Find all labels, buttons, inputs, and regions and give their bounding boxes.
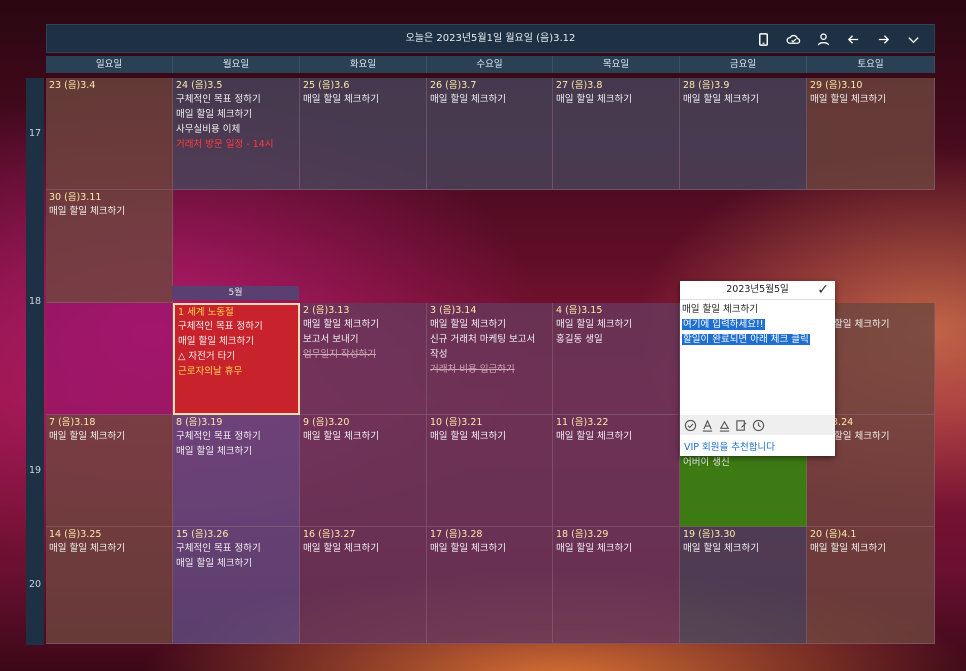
user-icon[interactable] <box>808 25 838 53</box>
day-cell[interactable]: 3 (음)3.14 매일 할일 체크하기 신규 거래처 마케팅 보고서 작성 거… <box>427 303 553 415</box>
event-item[interactable]: 매일 할일 체크하기 <box>556 317 676 332</box>
day-cell[interactable]: 10 (음)3.21 매일 할일 체크하기 <box>427 415 553 527</box>
event-item[interactable]: 근로자의날 휴무 <box>178 364 295 379</box>
event-item[interactable]: 매일 할일 체크하기 <box>430 92 549 107</box>
event-item-done[interactable]: 거래처 비용 입금하기 <box>430 362 549 377</box>
day-cell[interactable]: 20 (음)4.1 매일 할일 체크하기 <box>807 527 935 644</box>
clock-icon[interactable] <box>752 419 765 432</box>
memo-line-selected[interactable]: 여기에 입력하세요!! <box>680 317 835 332</box>
event-item[interactable]: 매일 할일 체크하기 <box>176 444 296 459</box>
event-item[interactable]: 매일 할일 체크하기 <box>176 107 296 122</box>
event-item[interactable]: 매일 할일 체크하기 <box>430 541 549 556</box>
text-color-icon[interactable] <box>701 418 714 432</box>
event-item[interactable]: 매일 할일 체크하기 <box>49 429 169 444</box>
highlight-icon[interactable] <box>718 419 731 432</box>
arrow-left-icon[interactable] <box>838 25 868 53</box>
header-toolbar <box>748 25 928 53</box>
month-separator-label: 5월 <box>172 286 299 300</box>
event-item[interactable]: 사무실비용 이체 <box>176 122 296 137</box>
event-item[interactable]: 어버이 생신 <box>683 455 803 470</box>
event-item[interactable]: 매일 할일 체크하기 <box>556 541 676 556</box>
day-cell[interactable]: 2 (음)3.13 매일 할일 체크하기 보고서 보내기 업무일지 작성하기 <box>300 303 427 415</box>
day-cell[interactable]: 29 (음)3.10 매일 할일 체크하기 <box>807 78 935 190</box>
event-item[interactable]: 매일 할일 체크하기 <box>430 429 549 444</box>
day-header-fri: 금요일 <box>680 56 807 73</box>
day-header-thu: 목요일 <box>553 56 680 73</box>
day-cell[interactable]: 28 (음)3.9 매일 할일 체크하기 <box>680 78 807 190</box>
event-item[interactable]: 매일 할일 체크하기 <box>178 334 295 349</box>
today-cell[interactable]: 1 세계 노동절 구체적인 목표 정하기 매일 할일 체크하기 △ 자전거 타기… <box>173 303 300 415</box>
event-item[interactable]: 구체적인 목표 정하기 <box>178 319 295 334</box>
event-item[interactable]: 구체적인 목표 정하기 <box>176 429 296 444</box>
day-editor-popup[interactable]: 2023년5월5일 ✓ 매일 할일 체크하기 여기에 입력하세요!! 할일이 완… <box>680 281 835 456</box>
day-cell[interactable] <box>46 303 173 415</box>
event-item[interactable]: 매일 할일 체크하기 <box>556 92 676 107</box>
event-item[interactable]: 매일 할일 체크하기 <box>810 92 931 107</box>
day-cell[interactable]: 8 (음)3.19 구체적인 목표 정하기 매일 할일 체크하기 <box>173 415 300 527</box>
arrow-right-icon[interactable] <box>868 25 898 53</box>
day-cell[interactable]: 9 (음)3.20 매일 할일 체크하기 <box>300 415 427 527</box>
day-cell[interactable]: 15 (음)3.26 구체적인 목표 정하기 매일 할일 체크하기 <box>173 527 300 644</box>
event-item[interactable]: 매일 할일 체크하기 <box>303 317 423 332</box>
popup-toolbar <box>680 415 835 435</box>
event-item[interactable]: 매일 할일 체크하기 <box>303 541 423 556</box>
day-cell[interactable]: 16 (음)3.27 매일 할일 체크하기 <box>300 527 427 644</box>
event-item[interactable]: 매일 할일 체크하기 <box>176 556 296 571</box>
vip-recommend-link[interactable]: VIP 회원을 추천합니다 <box>684 439 775 453</box>
day-header-mon: 월요일 <box>173 56 300 73</box>
event-item[interactable]: 매일 할일 체크하기 <box>683 92 803 107</box>
bell-icon: △ <box>178 351 186 362</box>
event-item-done[interactable]: 업무일지 작성하기 <box>303 347 423 362</box>
event-item[interactable]: 매일 할일 체크하기 <box>303 92 423 107</box>
day-cell[interactable]: 23 (음)3.4 <box>46 78 173 190</box>
calendar-header: 오늘은 2023년5월1일 월요일 (음)3.12 <box>46 24 935 53</box>
popup-date-title: 2023년5월5일 <box>726 284 789 295</box>
event-item[interactable]: 매일 할일 체크하기 <box>683 541 803 556</box>
event-item[interactable]: 구체적인 목표 정하기 <box>176 92 296 107</box>
event-item[interactable]: 홍길동 생일 <box>556 332 676 347</box>
day-cell[interactable]: 14 (음)3.25 매일 할일 체크하기 <box>46 527 173 644</box>
day-header-sat: 토요일 <box>807 56 935 73</box>
event-item[interactable]: 매일 할일 체크하기 <box>810 541 931 556</box>
day-cell[interactable]: 30 (음)3.11 매일 할일 체크하기 <box>46 190 173 303</box>
week-number-19: 19 <box>26 415 44 527</box>
memo-line-selected[interactable]: 할일이 완료되면 아래 체크 클릭 <box>680 332 835 347</box>
day-cell[interactable]: 24 (음)3.5 구체적인 목표 정하기 매일 할일 체크하기 사무실비용 이… <box>173 78 300 190</box>
popup-header: 2023년5월5일 ✓ <box>680 281 835 300</box>
event-item[interactable]: 매일 할일 체크하기 <box>49 204 169 219</box>
week-number-18: 18 <box>26 190 44 415</box>
week-number-20: 20 <box>26 527 44 645</box>
confirm-check-icon[interactable]: ✓ <box>817 281 829 299</box>
edit-note-icon[interactable] <box>735 419 748 432</box>
event-item[interactable]: 구체적인 목표 정하기 <box>176 541 296 556</box>
event-item[interactable]: 작성 <box>430 347 549 362</box>
day-cell[interactable]: 17 (음)3.28 매일 할일 체크하기 <box>427 527 553 644</box>
memo-editor[interactable]: 매일 할일 체크하기 여기에 입력하세요!! 할일이 완료되면 아래 체크 클릭 <box>680 300 835 347</box>
event-item[interactable]: 신규 거래처 마케팅 보고서 <box>430 332 549 347</box>
event-item[interactable]: 보고서 보내기 <box>303 332 423 347</box>
event-item[interactable]: 매일 할일 체크하기 <box>556 429 676 444</box>
day-header-sun: 일요일 <box>46 56 173 73</box>
day-cell[interactable]: 25 (음)3.6 매일 할일 체크하기 <box>300 78 427 190</box>
event-item[interactable]: △ 자전거 타기 <box>178 349 295 364</box>
day-cell[interactable]: 4 (음)3.15 매일 할일 체크하기 홍길동 생일 <box>553 303 680 415</box>
day-cell[interactable]: 11 (음)3.22 매일 할일 체크하기 <box>553 415 680 527</box>
chevron-down-icon[interactable] <box>898 25 928 53</box>
event-item[interactable]: 매일 할일 체크하기 <box>430 317 549 332</box>
week-number-17: 17 <box>26 78 44 190</box>
event-item[interactable]: 매일 할일 체크하기 <box>49 541 169 556</box>
check-circle-icon[interactable] <box>684 419 697 432</box>
day-header-tue: 화요일 <box>300 56 427 73</box>
event-item[interactable]: 거래처 방문 일정 - 14시 <box>176 137 296 152</box>
day-header-wed: 수요일 <box>427 56 553 73</box>
event-item[interactable]: 매일 할일 체크하기 <box>303 429 423 444</box>
day-cell[interactable]: 7 (음)3.18 매일 할일 체크하기 <box>46 415 173 527</box>
mobile-icon[interactable] <box>748 25 778 53</box>
memo-line[interactable]: 매일 할일 체크하기 <box>680 302 835 317</box>
day-cell[interactable]: 26 (음)3.7 매일 할일 체크하기 <box>427 78 553 190</box>
day-cell[interactable]: 19 (음)3.30 매일 할일 체크하기 <box>680 527 807 644</box>
cloud-sync-icon[interactable] <box>778 25 808 53</box>
day-cell[interactable]: 18 (음)3.29 매일 할일 체크하기 <box>553 527 680 644</box>
day-cell[interactable]: 27 (음)3.8 매일 할일 체크하기 <box>553 78 680 190</box>
